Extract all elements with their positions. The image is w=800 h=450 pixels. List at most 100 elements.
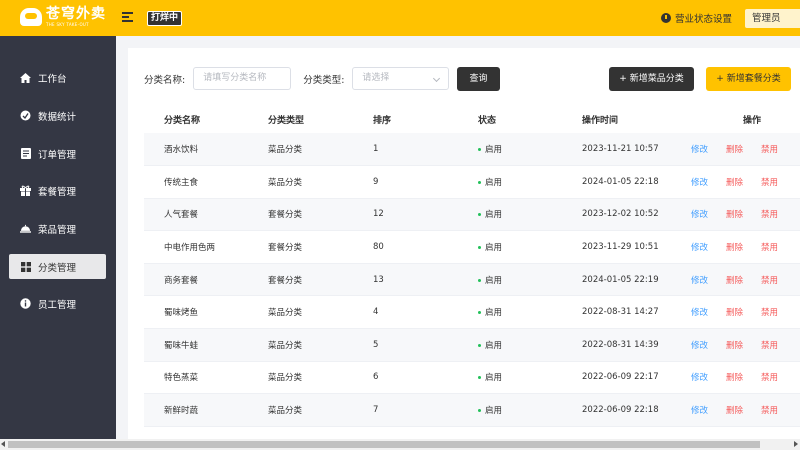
delete-link[interactable]: 删除 <box>726 143 761 155</box>
status-text: 启用 <box>485 340 503 351</box>
sort-cell: 80 <box>353 230 458 264</box>
operation-time-cell: 2023-11-29 10:51 <box>562 230 675 264</box>
column-header: 操作 <box>743 116 762 126</box>
disable-link[interactable]: 禁用 <box>761 143 796 155</box>
grid-icon <box>20 261 31 272</box>
disable-link[interactable]: 禁用 <box>761 306 796 318</box>
edit-link[interactable]: 修改 <box>691 371 726 383</box>
status-text: 启用 <box>485 373 503 384</box>
disable-link[interactable]: 禁用 <box>761 274 796 286</box>
delete-link[interactable]: 删除 <box>726 339 761 351</box>
main-panel: 分类名称: 请填写分类名称 分类类型: 请选择 查询 + 新增菜品分类 + 新增… <box>128 48 800 450</box>
table-row: 传统主食 菜品分类 9 启用 2024-01-05 22:18 修改 删除 禁用 <box>144 165 800 199</box>
user-menu[interactable]: 管理员 <box>745 9 800 28</box>
sidebar-item-label: 数据统计 <box>38 111 77 123</box>
category-type-select[interactable]: 请选择 <box>352 67 450 90</box>
delete-link[interactable]: 删除 <box>726 176 761 188</box>
status-cell: 启用 <box>458 198 562 232</box>
operation-time-cell: 2023-12-02 10:52 <box>562 198 675 232</box>
edit-link[interactable]: 修改 <box>691 241 726 253</box>
delete-link[interactable]: 删除 <box>726 404 761 416</box>
sidebar-item-workbench[interactable]: 工作台 <box>9 65 106 90</box>
category-type-cell: 菜品分类 <box>248 328 353 362</box>
menu-toggle-icon[interactable] <box>122 12 133 22</box>
operation-time-cell: 2024-01-05 22:18 <box>562 165 675 199</box>
edit-link[interactable]: 修改 <box>691 404 726 416</box>
status-text: 启用 <box>485 406 503 417</box>
sidebar-item-dishes[interactable]: 菜品管理 <box>9 216 106 241</box>
actions-cell: 修改 删除 禁用 <box>675 361 800 395</box>
add-combo-category-button[interactable]: + 新增套餐分类 <box>706 67 791 91</box>
disable-link[interactable]: 禁用 <box>761 404 796 416</box>
actions-cell: 修改 删除 禁用 <box>675 133 800 167</box>
category-name-cell: 特色蒸菜 <box>144 361 248 395</box>
status-text: 启用 <box>485 210 503 221</box>
category-type-cell: 菜品分类 <box>248 133 353 167</box>
sidebar-item-statistics[interactable]: 数据统计 <box>9 103 106 128</box>
category-name-cell: 人气套餐 <box>144 198 248 232</box>
scroll-right-icon[interactable] <box>794 441 798 447</box>
table-row: 新鲜时蔬 菜品分类 7 启用 2022-06-09 22:18 修改 删除 禁用 <box>144 393 800 427</box>
edit-link[interactable]: 修改 <box>691 143 726 155</box>
status-dot-icon <box>478 180 481 184</box>
table-row: 蜀味烤鱼 菜品分类 4 启用 2022-08-31 14:27 修改 删除 禁用 <box>144 295 800 330</box>
status-cell: 启用 <box>458 295 562 330</box>
category-type-cell: 套餐分类 <box>248 230 353 264</box>
edit-link[interactable]: 修改 <box>691 306 726 318</box>
status-text: 启用 <box>485 308 503 319</box>
actions-cell: 修改 删除 禁用 <box>675 328 800 362</box>
operation-time-cell: 2022-08-31 14:39 <box>562 328 675 362</box>
category-name-label: 分类名称: <box>144 74 186 86</box>
query-button[interactable]: 查询 <box>457 67 500 91</box>
add-dish-category-button[interactable]: + 新增菜品分类 <box>609 67 694 91</box>
filter-bar: 分类名称: 请填写分类名称 分类类型: 请选择 <box>144 67 450 90</box>
category-type-cell: 套餐分类 <box>248 263 353 297</box>
edit-link[interactable]: 修改 <box>691 176 726 188</box>
sort-cell: 1 <box>353 133 458 167</box>
sidebar: 工作台 数据统计 订单管理 套餐管理 菜品管理 分类管理 员工管理 <box>0 36 116 450</box>
sidebar-item-combos[interactable]: 套餐管理 <box>9 178 106 203</box>
table-row: 人气套餐 套餐分类 12 启用 2023-12-02 10:52 修改 删除 禁用 <box>144 198 800 232</box>
logo: 苍穹外卖 THE SKY TAKE-OUT <box>20 7 106 27</box>
edit-link[interactable]: 修改 <box>691 208 726 220</box>
home-icon <box>20 72 31 83</box>
category-name-input[interactable]: 请填写分类名称 <box>193 67 292 90</box>
status-cell: 启用 <box>458 263 562 297</box>
chart-icon <box>20 110 31 121</box>
disable-link[interactable]: 禁用 <box>761 339 796 351</box>
delete-link[interactable]: 删除 <box>726 306 761 318</box>
disable-link[interactable]: 禁用 <box>761 176 796 188</box>
shop-status-settings[interactable]: 营业状态设置 <box>661 11 732 25</box>
sidebar-item-categories[interactable]: 分类管理 <box>9 254 106 279</box>
column-header: 分类类型 <box>268 116 305 126</box>
category-name-cell: 蜀味烤鱼 <box>144 295 248 330</box>
top-bar: 苍穹外卖 THE SKY TAKE-OUT 打烊中 营业状态设置 管理员 <box>0 0 800 36</box>
category-type-cell: 菜品分类 <box>248 361 353 395</box>
delete-link[interactable]: 删除 <box>726 241 761 253</box>
category-name-cell: 商务套餐 <box>144 263 248 297</box>
operation-time-cell: 2022-08-31 14:27 <box>562 295 675 330</box>
actions-cell: 修改 删除 禁用 <box>675 295 800 330</box>
edit-link[interactable]: 修改 <box>691 339 726 351</box>
sort-cell: 9 <box>353 165 458 199</box>
sidebar-item-label: 分类管理 <box>38 262 77 274</box>
sidebar-item-orders[interactable]: 订单管理 <box>9 141 106 166</box>
scroll-left-icon[interactable] <box>1 441 5 447</box>
sort-cell: 6 <box>353 361 458 395</box>
actions-cell: 修改 删除 禁用 <box>675 393 800 427</box>
disable-link[interactable]: 禁用 <box>761 371 796 383</box>
status-dot-icon <box>478 311 481 315</box>
sort-cell: 12 <box>353 198 458 232</box>
actions-cell: 修改 删除 禁用 <box>675 230 800 264</box>
delete-link[interactable]: 删除 <box>726 371 761 383</box>
delete-link[interactable]: 删除 <box>726 208 761 220</box>
status-cell: 启用 <box>458 133 562 167</box>
disable-link[interactable]: 禁用 <box>761 208 796 220</box>
sidebar-item-employees[interactable]: 员工管理 <box>9 291 106 316</box>
disable-link[interactable]: 禁用 <box>761 241 796 253</box>
sidebar-item-label: 员工管理 <box>38 299 77 311</box>
scrollbar-thumb[interactable] <box>8 441 760 448</box>
delete-link[interactable]: 删除 <box>726 274 761 286</box>
edit-link[interactable]: 修改 <box>691 274 726 286</box>
table-row: 酒水饮料 菜品分类 1 启用 2023-11-21 10:57 修改 删除 禁用 <box>144 133 800 167</box>
